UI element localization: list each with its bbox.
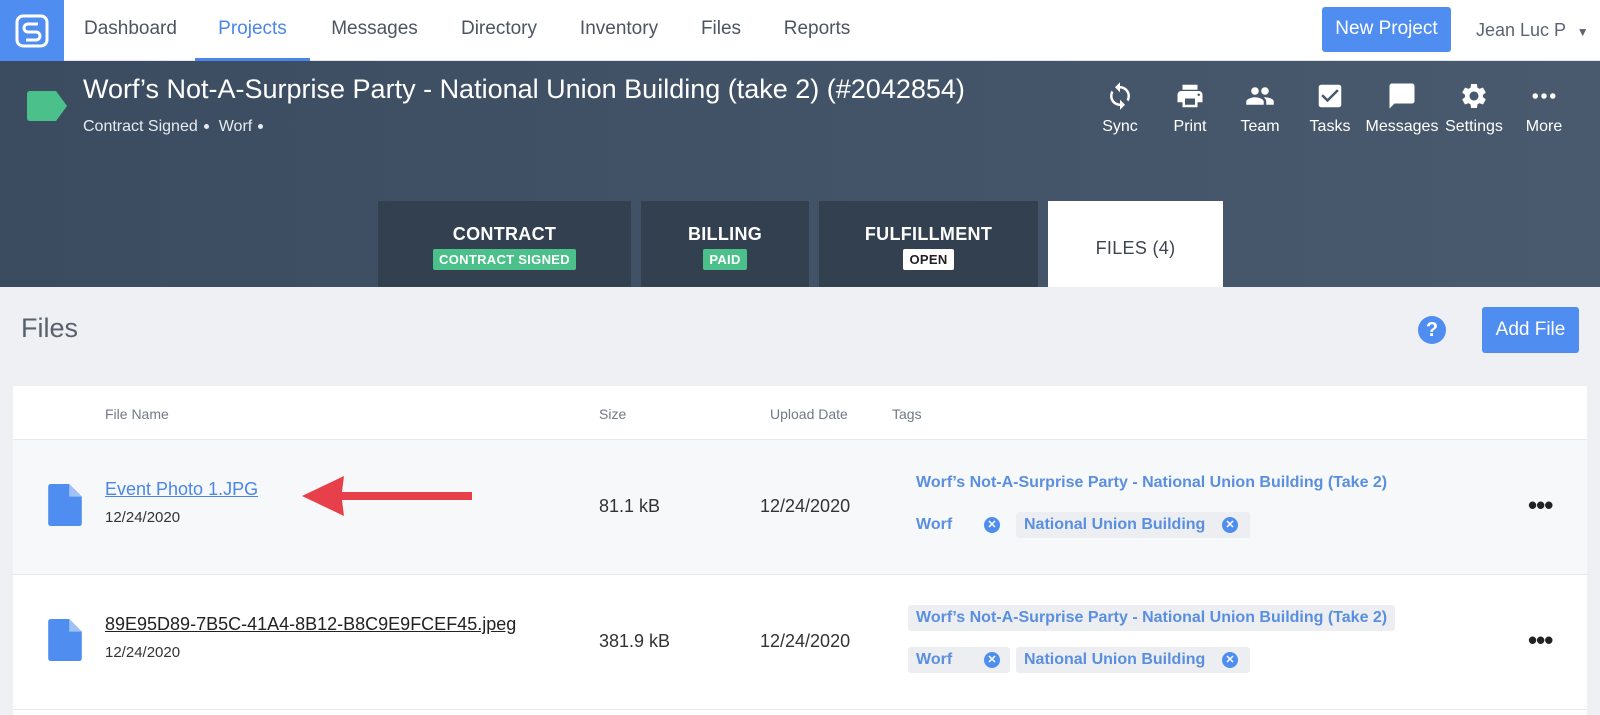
caret-down-icon: ▼ <box>1576 25 1589 39</box>
tab-billing-label: BILLING <box>687 224 763 244</box>
tab-files-label: FILES (4) <box>1095 238 1176 258</box>
tag-label: Worf <box>916 516 953 533</box>
tab-billing[interactable]: BILLING PAID <box>641 201 809 287</box>
help-icon[interactable]: ? <box>1418 316 1446 344</box>
header-upload-date[interactable]: Upload Date <box>770 406 848 422</box>
remove-tag-icon[interactable]: ✕ <box>984 517 1000 533</box>
nav-files[interactable]: Files <box>700 0 742 61</box>
project-status: Contract Signed <box>83 118 198 135</box>
more-label: More <box>1525 118 1563 135</box>
project-header: Worf’s Not-A-Surprise Party - National U… <box>0 61 1600 287</box>
header-size[interactable]: Size <box>599 406 626 422</box>
project-subtitle: Contract Signed Worf <box>83 118 273 136</box>
row-more-icon[interactable]: ••• <box>1528 492 1553 518</box>
tab-files[interactable]: FILES (4) <box>1048 201 1223 287</box>
print-icon <box>1177 84 1203 108</box>
settings-label: Settings <box>1445 118 1503 135</box>
tag-label: National Union Building <box>1024 516 1206 533</box>
more-icon <box>1532 93 1556 99</box>
file-date: 12/24/2020 <box>105 509 181 526</box>
tasks-button[interactable]: Tasks <box>1292 81 1368 136</box>
more-button[interactable]: More <box>1506 81 1582 136</box>
add-file-button[interactable]: Add File <box>1482 307 1579 353</box>
row-more-icon[interactable]: ••• <box>1528 627 1553 653</box>
file-upload-date: 12/24/2020 <box>760 631 851 651</box>
tab-contract[interactable]: CONTRACT CONTRACT SIGNED <box>378 201 631 287</box>
nav-messages[interactable]: Messages <box>331 0 418 61</box>
billing-status-badge: PAID <box>703 249 747 270</box>
tab-contract-label: CONTRACT <box>452 224 557 244</box>
print-label: Print <box>1173 118 1207 135</box>
header-tags: Tags <box>892 406 922 422</box>
user-menu[interactable]: Jean Luc P ▼ <box>1476 0 1589 61</box>
messages-icon <box>1389 83 1415 109</box>
team-label: Team <box>1240 118 1280 135</box>
nav-directory[interactable]: Directory <box>460 0 538 61</box>
messages-button[interactable]: Messages <box>1363 81 1441 136</box>
tag-label: National Union Building <box>1024 651 1206 668</box>
tasks-icon <box>1318 84 1342 108</box>
files-section-title: Files <box>21 313 79 343</box>
file-size: 81.1 kB <box>599 496 661 516</box>
project-owner[interactable]: Worf <box>219 118 252 135</box>
tag-worf[interactable]: Worf ✕ <box>908 512 1010 538</box>
new-project-button[interactable]: New Project <box>1322 7 1451 52</box>
fulfillment-status-badge: OPEN <box>903 249 954 270</box>
user-name: Jean Luc P <box>1476 20 1566 40</box>
file-icon <box>48 484 82 526</box>
contract-status-badge: CONTRACT SIGNED <box>433 249 576 270</box>
files-table: File Name Size Upload Date Tags Event Ph… <box>13 386 1587 715</box>
app-logo[interactable] <box>0 0 64 61</box>
table-row[interactable]: Event Photo 1.JPG 12/24/2020 81.1 kB 12/… <box>13 440 1587 575</box>
project-tag-icon <box>27 91 67 121</box>
sync-icon <box>1110 82 1130 110</box>
remove-tag-icon[interactable]: ✕ <box>1222 652 1238 668</box>
logo-icon <box>15 14 49 47</box>
file-name-link[interactable]: 89E95D89-7B5C-41A4-8B12-B8C9E9FCEF45.jpe… <box>105 614 516 635</box>
tasks-label: Tasks <box>1309 118 1351 135</box>
remove-tag-icon[interactable]: ✕ <box>1222 517 1238 533</box>
tag-project[interactable]: Worf’s Not-A-Surprise Party - National U… <box>908 470 1395 496</box>
table-row[interactable]: 89E95D89-7B5C-41A4-8B12-B8C9E9FCEF45.jpe… <box>13 575 1587 710</box>
tag-project[interactable]: Worf’s Not-A-Surprise Party - National U… <box>908 605 1396 631</box>
header-file-name[interactable]: File Name <box>105 406 169 422</box>
sync-button[interactable]: Sync <box>1082 81 1158 136</box>
messages-label: Messages <box>1365 118 1439 135</box>
tag-label: Worf <box>916 651 953 668</box>
settings-icon <box>1462 83 1486 108</box>
nav-inventory[interactable]: Inventory <box>579 0 659 61</box>
nav-reports[interactable]: Reports <box>783 0 851 61</box>
annotation-arrow-icon <box>302 476 472 516</box>
nav-projects[interactable]: Projects <box>195 0 310 61</box>
file-upload-date: 12/24/2020 <box>760 496 851 516</box>
file-date: 12/24/2020 <box>105 644 181 661</box>
team-button[interactable]: Team <box>1222 81 1298 136</box>
project-title: Worf’s Not-A-Surprise Party - National U… <box>83 74 965 104</box>
top-nav: Dashboard Projects Messages Directory In… <box>0 0 1600 61</box>
tag-venue[interactable]: National Union Building ✕ <box>1016 647 1250 673</box>
file-size: 381.9 kB <box>599 631 671 651</box>
tag-worf[interactable]: Worf ✕ <box>908 647 1010 673</box>
remove-tag-icon[interactable]: ✕ <box>984 652 1000 668</box>
file-name-link[interactable]: Event Photo 1.JPG <box>105 479 258 500</box>
tab-fulfillment-label: FULFILLMENT <box>864 224 993 244</box>
nav-dashboard[interactable]: Dashboard <box>84 0 177 61</box>
file-icon <box>48 619 82 661</box>
sync-label: Sync <box>1102 118 1138 135</box>
settings-button[interactable]: Settings <box>1436 81 1512 136</box>
tag-venue[interactable]: National Union Building ✕ <box>1016 512 1250 538</box>
team-icon <box>1246 87 1274 105</box>
tab-fulfillment[interactable]: FULFILLMENT OPEN <box>819 201 1038 287</box>
print-button[interactable]: Print <box>1152 81 1228 136</box>
